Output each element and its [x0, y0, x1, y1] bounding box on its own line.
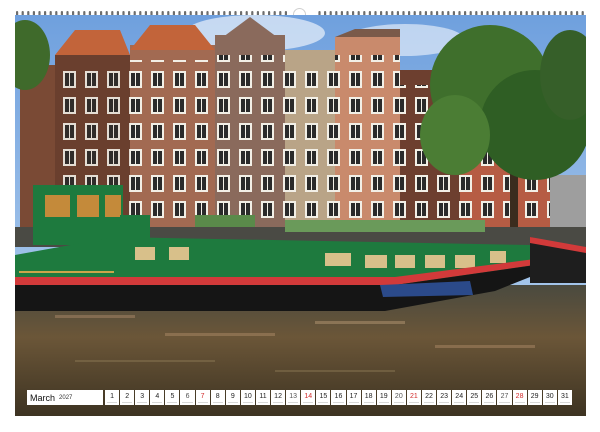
day-cell: 21: [406, 390, 421, 405]
day-cell: 15: [316, 390, 331, 405]
day-cell: 16: [331, 390, 346, 405]
canal-photo: [15, 15, 586, 416]
day-number: 29: [530, 393, 539, 400]
day-cell: 6: [180, 390, 195, 405]
day-number: 17: [349, 393, 358, 400]
day-number: 7: [200, 393, 205, 400]
day-cell: 10: [240, 390, 255, 405]
day-number: 1: [110, 393, 114, 400]
day-number: 22: [425, 393, 433, 400]
day-number: 4: [155, 393, 160, 400]
day-number: 14: [304, 393, 313, 400]
day-cell: 4: [150, 390, 165, 405]
day-number: 2: [125, 393, 130, 400]
day-number: 18: [364, 393, 373, 400]
day-number: 9: [230, 393, 235, 400]
day-number: 12: [274, 393, 282, 400]
day-cell: 20: [391, 390, 406, 405]
day-cell: 24: [452, 390, 467, 405]
day-cell: 14: [301, 390, 316, 405]
day-cell: 5: [165, 390, 180, 405]
day-number: 16: [334, 393, 343, 400]
day-number: 5: [170, 393, 175, 400]
day-cell: 9: [225, 390, 240, 405]
day-cell: 26: [482, 390, 497, 405]
day-cell: 2: [120, 390, 135, 405]
day-number: 10: [243, 393, 252, 400]
calendar-strip: March 2027 1 2 3 4 5 6 7 8 9 10 11 12 13 14 15 16 17 18 19…: [27, 390, 573, 405]
calendar-page: March 2027 1 2 3 4 5 6 7 8 9 10 11 12 13 14 15 16 17 18 19…: [0, 0, 600, 432]
day-number: 31: [560, 393, 569, 400]
day-cell: 17: [346, 390, 361, 405]
day-number: 24: [455, 393, 464, 400]
day-cell: 22: [421, 390, 437, 405]
day-cell: 25: [467, 390, 482, 405]
day-number: 13: [289, 393, 298, 400]
day-number: 8: [215, 393, 220, 400]
day-number: 26: [485, 393, 494, 400]
day-number: 28: [515, 393, 524, 400]
day-cell: 3: [135, 390, 150, 405]
day-cell: 18: [361, 390, 376, 405]
month-label: March 2027: [27, 390, 103, 405]
day-cell: 31: [557, 390, 572, 405]
day-number: 6: [185, 393, 190, 400]
day-cell: 23: [437, 390, 452, 405]
day-cell: 30: [542, 390, 557, 405]
day-cell: 7: [195, 390, 210, 405]
month-name: March: [30, 392, 56, 403]
day-cell: 19: [376, 390, 391, 405]
day-number: 20: [394, 393, 403, 400]
day-cell: 12: [271, 390, 286, 405]
day-cell: 29: [527, 390, 542, 405]
day-number: 11: [259, 393, 267, 400]
day-number: 21: [410, 393, 418, 400]
day-cell: 27: [497, 390, 512, 405]
month-year: 2027: [59, 394, 73, 401]
day-number: 27: [500, 393, 509, 400]
day-number: 30: [545, 393, 554, 400]
day-number: 15: [319, 393, 328, 400]
day-cell: 28: [512, 390, 527, 405]
canal-houseboat-photo-icon: [15, 15, 586, 416]
day-cells: 1 2 3 4 5 6 7 8 9 10 11 12 13 14 15 16 17 18 19 20 21 22 23 24 2…: [105, 390, 573, 405]
day-cell: 11: [255, 390, 271, 405]
day-number: 3: [140, 393, 145, 400]
day-number: 19: [379, 393, 388, 400]
day-cell: 8: [210, 390, 225, 405]
day-number: 25: [470, 393, 479, 400]
day-cell: 1: [105, 390, 120, 405]
day-number: 23: [440, 393, 448, 400]
day-cell: 13: [286, 390, 301, 405]
